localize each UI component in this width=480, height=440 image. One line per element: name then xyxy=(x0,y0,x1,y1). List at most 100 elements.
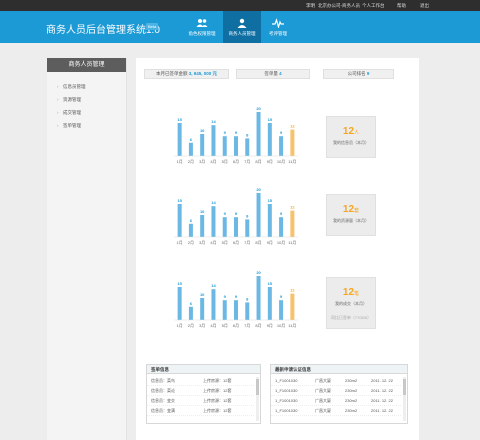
upload-count: 上传房源：12套 xyxy=(203,378,232,383)
chart-bar xyxy=(290,293,295,320)
place: 广昌大厦 xyxy=(315,408,331,413)
top-bar: 李明 北京办公司-商务人员 个人工作台 帮助 退出 xyxy=(0,0,480,11)
signed-value: 4 xyxy=(279,71,282,76)
user-name[interactable]: 李明 xyxy=(306,2,315,9)
x-tick-label: 5月 xyxy=(222,323,228,328)
area: 230m2 xyxy=(345,388,358,393)
x-tick-label: 3月 xyxy=(199,323,205,328)
list-item[interactable]: 1_F1001030 广昌大厦 230m2 2011. 12. 22 xyxy=(271,376,401,386)
informant-name: 信息员：菜论 xyxy=(151,388,175,393)
place: 广昌大厦 xyxy=(315,388,331,393)
bar-value-label: 14 xyxy=(211,200,216,205)
record-id: 1_F1001030 xyxy=(275,378,298,383)
rank-stat: 公司排名 9 xyxy=(323,69,394,79)
bar-value-label: 15 xyxy=(177,281,182,286)
signed-label: 签单量 xyxy=(264,71,278,76)
list-item[interactable]: 信息员：变交 上传房源：12套 xyxy=(147,396,254,406)
informant-name: 信息员：变满 xyxy=(151,408,175,413)
main-content: 本月已签单金额 3, 945, 000 元 签单量 4 公司排名 9 15 1月 6… xyxy=(136,58,419,440)
place: 广昌大厦 xyxy=(315,398,331,403)
chart-bar xyxy=(245,219,250,237)
desk-link[interactable]: 个人工作台 xyxy=(362,2,385,9)
x-tick-label: 1月 xyxy=(177,323,183,328)
bar-value-label: 8 xyxy=(246,132,249,137)
panel-title: 最新申请认证信息 xyxy=(271,365,407,374)
list-item[interactable]: 1_F1001030 广昌大厦 230m2 2011. 12. 22 xyxy=(271,396,401,406)
list-item[interactable]: 1_F1001030 广昌大厦 230m2 2011. 12. 22 xyxy=(271,386,401,396)
upload-count: 上传房源：12套 xyxy=(203,398,232,403)
area: 230m2 xyxy=(345,398,358,403)
nav-business-staff[interactable]: 商务人员管理 xyxy=(223,11,261,43)
list-item[interactable]: 信息员：变满 上传房源：12套 xyxy=(147,406,254,416)
bar-value-label: 15 xyxy=(268,281,273,286)
chart-bar xyxy=(234,136,238,156)
signing-list: 信息员：菜鸟 上传房源：12套 信息员：菜论 上传房源：12套 信息员：变交 上传房源… xyxy=(147,376,254,416)
bar-value-label: 20 xyxy=(256,106,261,111)
chart-bar xyxy=(222,217,227,237)
x-tick-label: 8月 xyxy=(255,240,261,245)
exit-link[interactable]: 退出 xyxy=(420,2,429,9)
kpi-resources: 12套 我的资源量（本月） xyxy=(326,194,376,236)
nav-evaluation[interactable]: 考评管理 xyxy=(262,11,294,43)
bar-value-label: 9 xyxy=(235,130,238,135)
x-tick-label: 4月 xyxy=(210,159,216,164)
kpi-unit: 套 xyxy=(354,208,360,214)
chart-bar xyxy=(267,204,272,237)
nav-role-permission[interactable]: 角色权限管理 xyxy=(182,11,222,43)
bar-value-label: 14 xyxy=(211,119,216,124)
bar-value-label: 6 xyxy=(190,218,193,223)
kpi-number: 12 xyxy=(342,287,355,298)
x-tick-label: 1月 xyxy=(177,159,183,164)
chart-bar xyxy=(256,112,261,156)
x-tick-label: 6月 xyxy=(233,323,239,328)
bar-value-label: 8 xyxy=(246,213,249,218)
scrollbar-thumb[interactable] xyxy=(403,379,406,395)
upload-count: 上传房源：12套 xyxy=(203,408,232,413)
bar-value-label: 10 xyxy=(200,128,205,133)
sidebar-item-contracts[interactable]: 签单管理 xyxy=(47,119,126,132)
chart-bar xyxy=(200,298,205,320)
chart-bar xyxy=(279,300,284,320)
x-tick-label: 7月 xyxy=(244,240,250,245)
chart-bar xyxy=(200,215,205,237)
chart-bar xyxy=(267,123,272,156)
x-tick-label: 10月 xyxy=(277,159,285,164)
scrollbar[interactable] xyxy=(256,377,259,421)
chart-bar xyxy=(177,123,182,156)
x-tick-label: 2月 xyxy=(188,159,194,164)
bar-value-label: 15 xyxy=(268,198,273,203)
kpi-deals: 12笔 我的成交（本月） 同比已签单（7705/5） xyxy=(326,277,376,329)
x-tick-label: 7月 xyxy=(244,159,250,164)
x-tick-label: 9月 xyxy=(267,323,273,328)
latest-certification-panel: 最新申请认证信息 1_F1001030 广昌大厦 230m2 2011. 12. 22… xyxy=(270,364,408,424)
list-item[interactable]: 信息员：菜鸟 上传房源：12套 xyxy=(147,376,254,386)
chart-bar xyxy=(211,125,216,156)
help-link[interactable]: 帮助 xyxy=(397,2,406,9)
kpi-label: 我的资源量（本月） xyxy=(333,218,369,223)
sidebar-menu: 信息员管理 资源管理 成交管理 签单管理 xyxy=(47,80,126,132)
kpi-value: 12套 xyxy=(327,204,375,215)
kpi-number: 12 xyxy=(342,126,355,137)
scrollbar[interactable] xyxy=(403,377,406,421)
chart-bar xyxy=(279,217,284,237)
chart-bar xyxy=(279,136,284,156)
chart-bar xyxy=(177,204,182,237)
kpi-value: 12人 xyxy=(327,126,375,137)
x-tick-label: 8月 xyxy=(255,323,261,328)
chart-bar xyxy=(245,302,250,320)
sidebar-item-resources[interactable]: 资源管理 xyxy=(47,93,126,106)
sidebar-item-deals[interactable]: 成交管理 xyxy=(47,106,126,119)
chart-bar xyxy=(177,287,182,320)
upload-count: 上传房源：12套 xyxy=(203,388,232,393)
date: 2011. 12. 22 xyxy=(371,398,393,403)
nav-label: 考评管理 xyxy=(269,31,287,36)
monthly-deal-chart: 15 1月 6 2月 10 3月 14 4月 9 5月 9 6月 8 7月 20 8月 15 9月 9 10月 12 11… xyxy=(174,269,298,329)
list-item[interactable]: 信息员：菜论 上传房源：12套 xyxy=(147,386,254,396)
scrollbar-thumb[interactable] xyxy=(256,379,259,395)
chart-bar xyxy=(256,193,261,237)
bar-chart: 15 1月 6 2月 10 3月 14 4月 9 5月 9 6月 8 7月 20 8月 15 9月 9 10月 12 11… xyxy=(174,106,298,164)
certification-list: 1_F1001030 广昌大厦 230m2 2011. 12. 22 1_F10010… xyxy=(271,376,401,416)
bar-value-label: 9 xyxy=(235,211,238,216)
sidebar-item-informants[interactable]: 信息员管理 xyxy=(47,80,126,93)
list-item[interactable]: 1_F1001030 广昌大厦 230m2 2011. 12. 22 xyxy=(271,406,401,416)
